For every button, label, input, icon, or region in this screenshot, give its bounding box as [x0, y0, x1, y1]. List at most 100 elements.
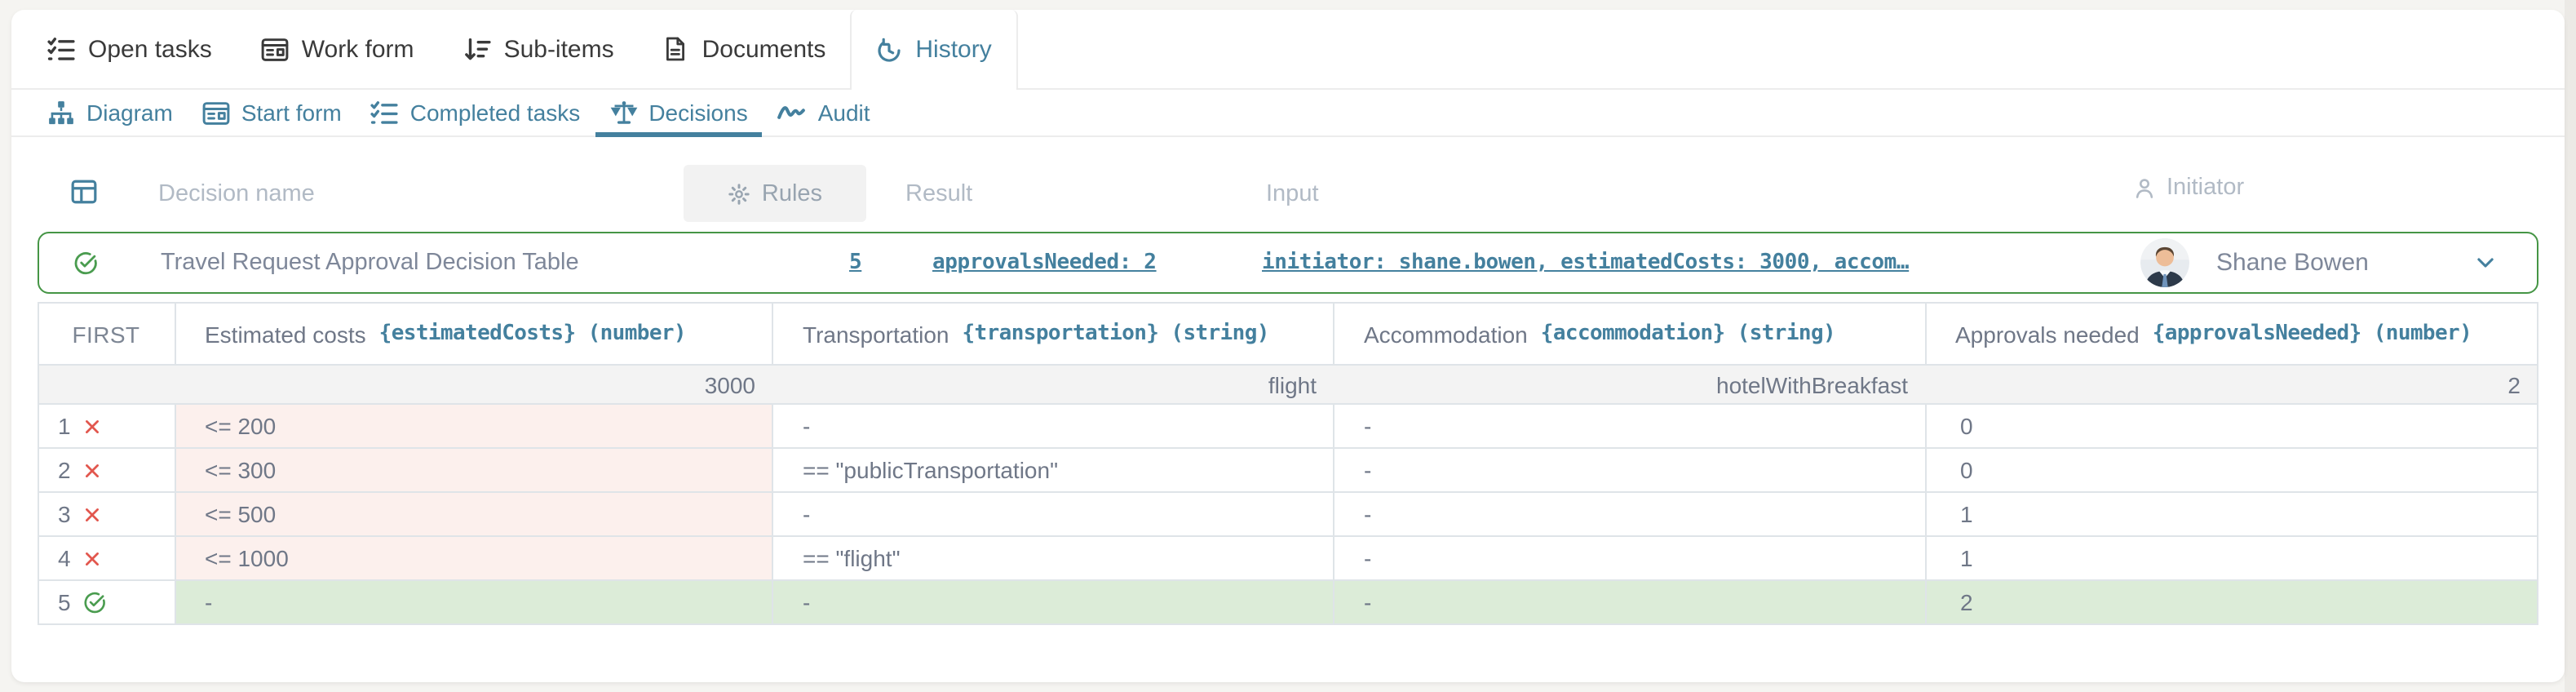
column-label: Approvals needed [1955, 321, 2140, 347]
tab-label: Sub-items [504, 35, 614, 63]
tab-work-form[interactable]: Work form [237, 10, 439, 88]
column-label: Transportation [803, 321, 949, 347]
tab-label: Start form [241, 100, 342, 126]
rule-cell: - [1333, 581, 1924, 623]
input-value: 2 [1924, 366, 2537, 403]
input-value: flight [772, 366, 1333, 403]
rule-row-4: 4 <= 1000== "flight"-1 [38, 535, 2537, 579]
tab-label: Work form [302, 35, 414, 63]
rule-number-cell: 3 [38, 493, 174, 535]
table-layout-icon[interactable] [70, 178, 98, 212]
x-mark-icon [84, 505, 102, 523]
dmn-column-header-accommodation: Accommodation {accommodation} (string) [1333, 304, 1924, 364]
rule-cell: <= 1000 [174, 537, 772, 579]
tab-label: Decisions [648, 100, 747, 126]
rules-count-link[interactable]: 5 [849, 251, 861, 275]
rule-number: 2 [58, 457, 71, 483]
column-header-decision-name: Decision name [158, 181, 315, 207]
gear-icon [728, 182, 750, 205]
tab-label: Completed tasks [410, 100, 581, 126]
tab-audit[interactable]: Audit [763, 90, 885, 135]
form-icon [202, 99, 230, 126]
rule-row-2: 2<= 300== "publicTransportation"-0 [38, 447, 2537, 491]
tab-start-form[interactable]: Start form [188, 90, 356, 135]
rule-number-cell: 1 [38, 405, 174, 447]
task-history-panel: Open tasks Work form Sub-items Documents His… [11, 10, 2565, 682]
dmn-decision-table: FIRST Estimated costs {estimatedCosts} (nu… [37, 302, 2538, 625]
rule-cell: == "publicTransportation" [772, 449, 1333, 491]
column-label: Accommodation [1364, 321, 1528, 347]
tab-label: Open tasks [88, 35, 212, 63]
rule-number: 1 [58, 413, 71, 439]
dmn-header-row: FIRST Estimated costs {estimatedCosts} (nu… [38, 304, 2537, 364]
tab-completed-tasks[interactable]: Completed tasks [356, 90, 595, 135]
column-label: Estimated costs [205, 321, 366, 347]
rule-cell: 2 [1924, 581, 2537, 623]
column-expression: {approvalsNeeded} (number) [2153, 322, 2472, 346]
dmn-column-header-estimated-costs: Estimated costs {estimatedCosts} (number) [174, 304, 772, 364]
check-circle-icon [84, 591, 107, 614]
rule-cell: - [1333, 537, 1924, 579]
checklist-icon [47, 35, 75, 63]
decision-result-row[interactable]: Travel Request Approval Decision Table 5… [37, 232, 2538, 294]
primary-tabbar: Open tasks Work form Sub-items Documents His… [11, 10, 2565, 90]
rule-cell: <= 200 [174, 405, 772, 447]
rule-number-cell: 4 [38, 537, 174, 579]
tab-open-tasks[interactable]: Open tasks [23, 10, 237, 88]
rule-number: 3 [58, 501, 71, 527]
rule-cell: <= 500 [174, 493, 772, 535]
form-icon [261, 35, 289, 63]
checklist-icon [371, 99, 399, 126]
check-circle-icon [73, 251, 97, 275]
input-link[interactable]: initiator: shane.bowen, estimatedCosts: … [1262, 251, 1909, 275]
rule-number: 4 [58, 545, 71, 571]
chevron-down-icon[interactable] [2474, 252, 2495, 273]
tab-label: Diagram [86, 100, 173, 126]
tab-history[interactable]: History [850, 10, 1017, 90]
rule-cell: <= 300 [174, 449, 772, 491]
column-header-initiator: Initiator [2132, 175, 2244, 201]
result-link[interactable]: approvalsNeeded: 2 [932, 251, 1157, 275]
tab-diagram[interactable]: Diagram [33, 90, 188, 135]
input-value-spacer [38, 366, 174, 403]
tab-label: Documents [702, 35, 826, 63]
x-mark-icon [84, 417, 102, 435]
column-header-rules[interactable]: Rules [684, 165, 866, 222]
document-icon [663, 36, 689, 62]
rule-cell: 1 [1924, 537, 2537, 579]
sort-down-icon [463, 35, 491, 63]
tab-sub-items[interactable]: Sub-items [439, 10, 639, 88]
rule-cell: - [772, 581, 1333, 623]
rule-row-1: 1<= 200--0 [38, 403, 2537, 447]
rule-cell: 0 [1924, 405, 2537, 447]
initiator-avatar [2140, 237, 2189, 286]
x-mark-icon [84, 549, 102, 567]
rule-cell: - [1333, 405, 1924, 447]
column-expression: {accommodation} (string) [1541, 322, 1835, 346]
rule-cell: 1 [1924, 493, 2537, 535]
column-expression: {transportation} (string) [963, 322, 1269, 346]
x-mark-icon [84, 461, 102, 479]
history-icon [876, 37, 902, 63]
rule-number-cell: 5 [38, 581, 174, 623]
column-expression: {estimatedCosts} (number) [379, 322, 686, 346]
secondary-tabbar: Diagram Start form Completed tasks Decision… [11, 90, 2565, 137]
person-icon [2132, 175, 2157, 200]
dmn-column-header-approvals-needed: Approvals needed {approvalsNeeded} (numbe… [1924, 304, 2537, 364]
page: Open tasks Work form Sub-items Documents His… [0, 0, 2576, 692]
rule-cell: == "flight" [772, 537, 1333, 579]
dmn-input-values-row: 3000flighthotelWithBreakfast2 [38, 364, 2537, 403]
tab-documents[interactable]: Documents [639, 10, 851, 88]
decision-name: Travel Request Approval Decision Table [161, 250, 579, 276]
tab-label: Audit [818, 100, 870, 126]
hit-policy: FIRST [38, 304, 174, 364]
input-value: hotelWithBreakfast [1333, 366, 1924, 403]
rule-cell: - [174, 581, 772, 623]
rule-cell: 0 [1924, 449, 2537, 491]
column-header-input: Input [1266, 181, 1319, 207]
rule-cell: - [772, 493, 1333, 535]
tab-decisions[interactable]: Decisions [595, 90, 762, 135]
vertical-scrollbar[interactable] [2565, 0, 2576, 692]
rules-header-label: Rules [762, 180, 822, 206]
rule-number-cell: 2 [38, 449, 174, 491]
